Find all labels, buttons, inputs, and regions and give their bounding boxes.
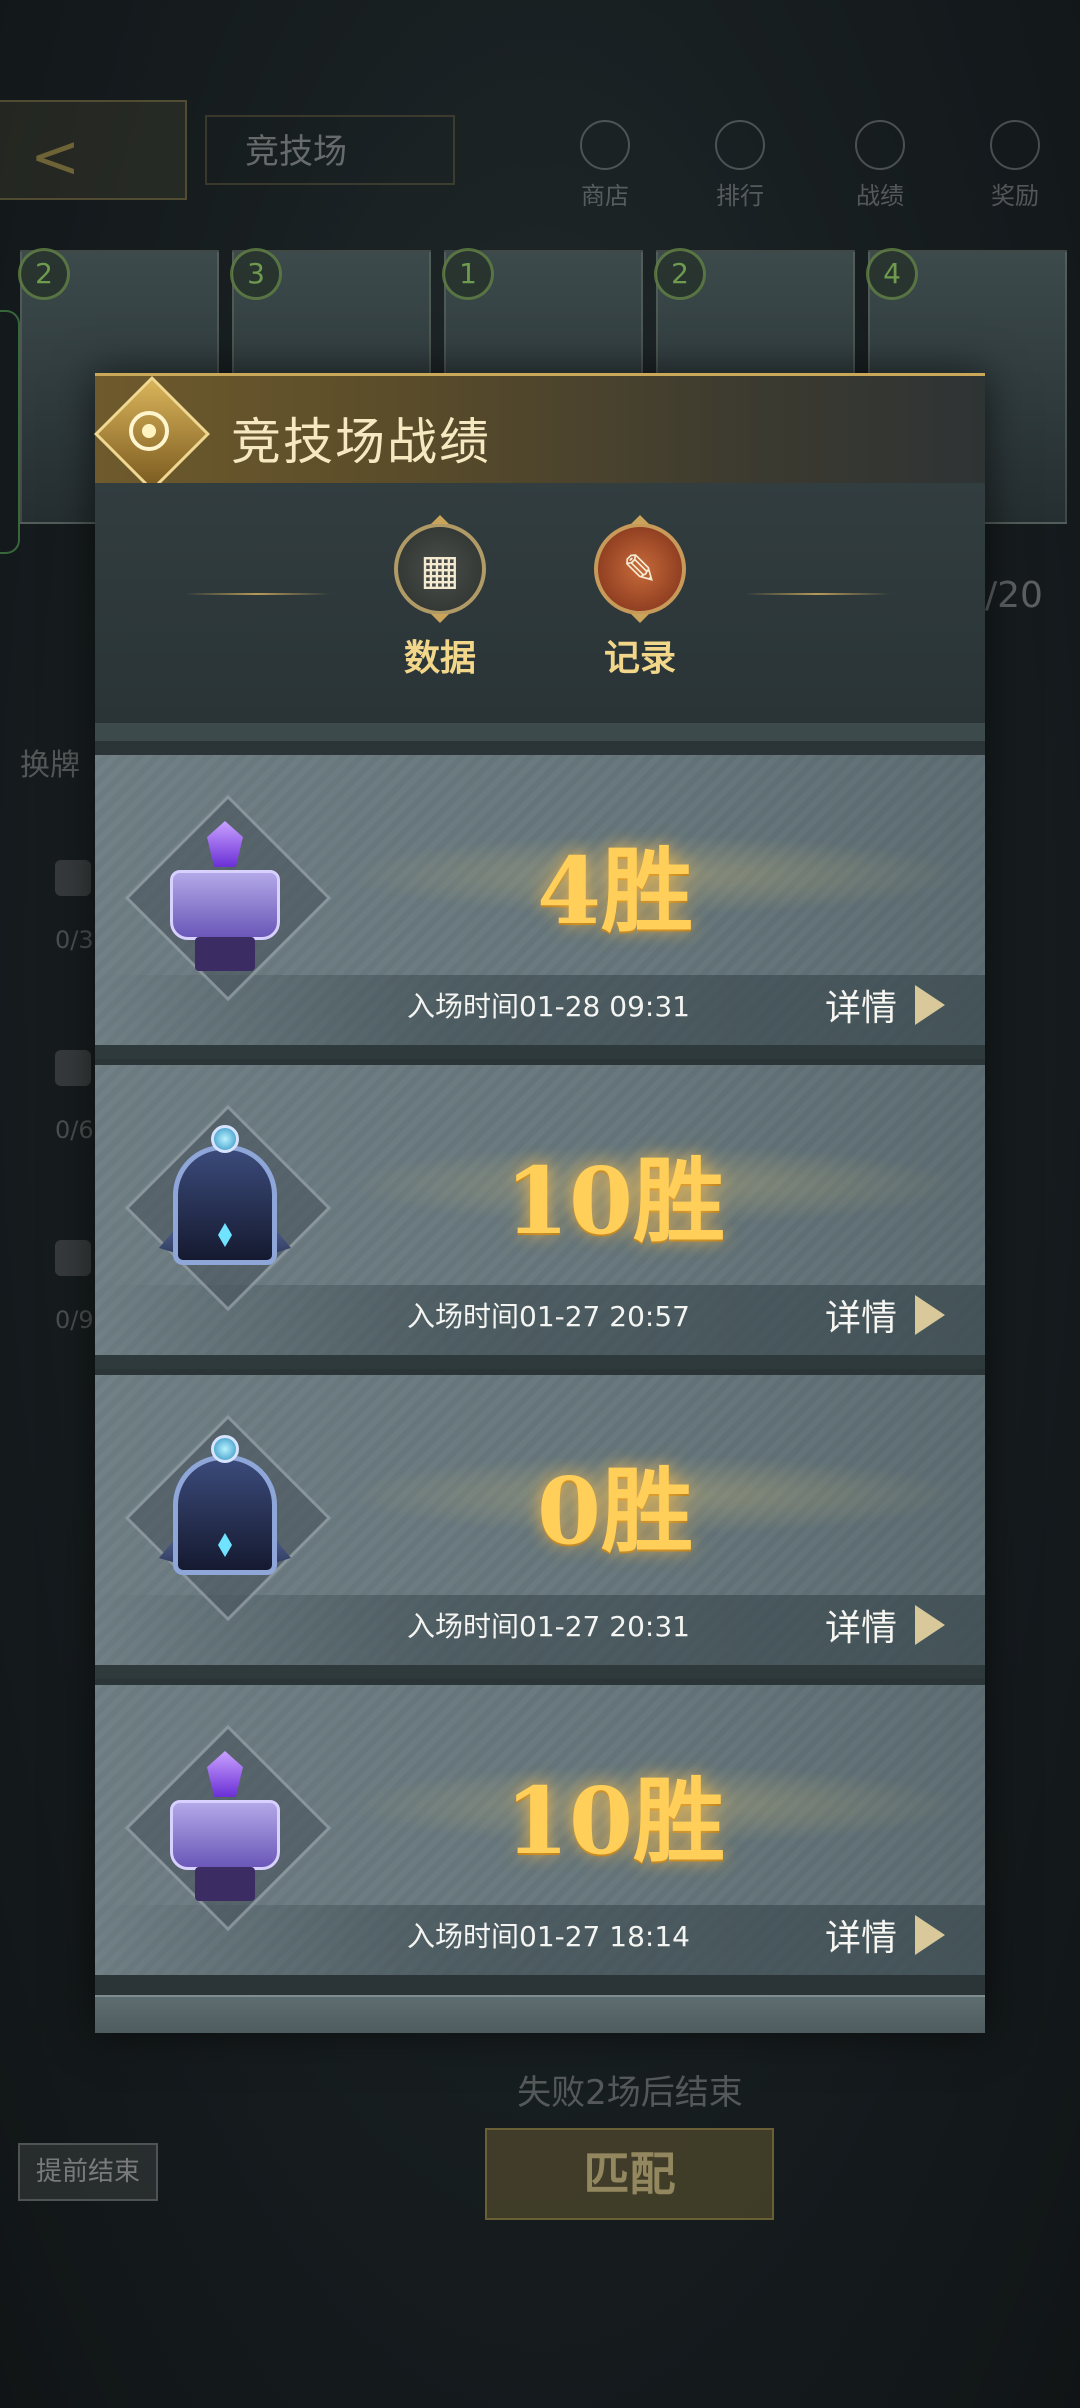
entry-time: 入场时间01-28 09:31 <box>407 990 690 1023</box>
divider-line <box>745 593 890 595</box>
shop-icon <box>580 120 630 170</box>
play-arrow-icon[interactable] <box>915 1605 945 1645</box>
record-quill-icon: ✎ <box>594 515 686 623</box>
play-arrow-icon[interactable] <box>915 1915 945 1955</box>
lock-icon <box>55 1050 91 1086</box>
reward-icon <box>990 120 1040 170</box>
modal-bottom-bar <box>95 1995 985 2033</box>
lock-icon <box>55 1240 91 1276</box>
win-count: 4胜 <box>536 837 693 945</box>
win-count: 10胜 <box>504 1147 726 1255</box>
win-count: 10胜 <box>504 1767 726 1875</box>
lock-slot: 0/6 <box>55 1050 99 1144</box>
lock-slot: 0/3 <box>55 860 99 954</box>
book-emblem-icon <box>124 794 332 1002</box>
detail-link[interactable]: 详情 <box>825 1599 897 1651</box>
side-tab[interactable] <box>0 310 20 554</box>
tab-label: 记录 <box>603 638 676 679</box>
tab-data[interactable]: ▦ 数据 <box>380 515 500 681</box>
lock-slot: 0/9 <box>55 1240 99 1334</box>
detail-link[interactable]: 详情 <box>825 979 897 1031</box>
win-count: 0胜 <box>536 1457 693 1565</box>
record-item[interactable]: 10胜 入场时间01-27 18:14 详情 <box>95 1685 985 1975</box>
separator <box>95 723 985 741</box>
nav-record[interactable]: 战绩 <box>835 120 925 211</box>
record-icon <box>855 120 905 170</box>
nav-shop[interactable]: 商店 <box>560 120 650 211</box>
card-count: /20 <box>985 575 1043 616</box>
record-item[interactable]: 0胜 入场时间01-27 20:31 详情 <box>95 1375 985 1679</box>
sun-emblem-icon <box>94 376 210 492</box>
divider-line <box>185 593 330 595</box>
record-item[interactable]: 4胜 入场时间01-28 09:31 详情 <box>95 755 985 1059</box>
lock-icon <box>55 860 91 896</box>
match-button[interactable]: 匹配 <box>485 2128 774 2220</box>
arch-emblem-icon <box>124 1414 332 1622</box>
end-early-button[interactable]: 提前结束 <box>18 2143 158 2201</box>
trophy-icon <box>715 120 765 170</box>
entry-time: 入场时间01-27 20:31 <box>407 1610 690 1643</box>
book-emblem-icon <box>124 1724 332 1932</box>
tab-bar: ▦ 数据 ✎ 记录 <box>95 483 985 723</box>
footer-note: 失败2场后结束 <box>517 2073 743 2113</box>
play-arrow-icon[interactable] <box>915 1295 945 1335</box>
entry-time: 入场时间01-27 18:14 <box>407 1920 690 1953</box>
modal-title: 竞技场战绩 <box>231 413 491 471</box>
entry-time: 入场时间01-27 20:57 <box>407 1300 690 1333</box>
detail-link[interactable]: 详情 <box>825 1909 897 1961</box>
nav-rank[interactable]: 排行 <box>695 120 785 211</box>
modal-header: 竞技场战绩 <box>94 373 985 492</box>
tab-record[interactable]: ✎ 记录 <box>580 515 700 681</box>
nav-reward[interactable]: 奖励 <box>970 120 1060 211</box>
back-button[interactable]: < <box>0 100 187 200</box>
arena-title: 竞技场 <box>205 115 455 185</box>
detail-link[interactable]: 详情 <box>825 1289 897 1341</box>
back-arrow-icon: < <box>30 122 81 192</box>
tab-label: 数据 <box>403 638 476 679</box>
swap-label: 换牌 <box>20 748 80 783</box>
data-chart-icon: ▦ <box>394 515 486 623</box>
arena-record-modal: 竞技场战绩 ▦ 数据 ✎ 记录 4胜 入场时间01-28 09:31 详情 10… <box>94 373 985 2033</box>
arch-emblem-icon <box>124 1104 332 1312</box>
record-item[interactable]: 10胜 入场时间01-27 20:57 详情 <box>95 1065 985 1369</box>
play-arrow-icon[interactable] <box>915 985 945 1025</box>
